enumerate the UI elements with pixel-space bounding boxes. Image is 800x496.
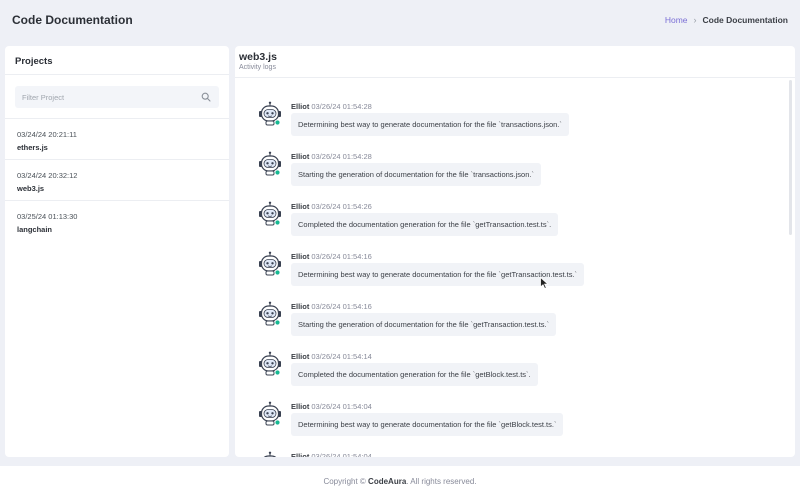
project-item-web3[interactable]: 03/24/24 20:32:12 web3.js bbox=[5, 159, 229, 200]
robot-avatar-icon bbox=[257, 251, 283, 277]
log-message: Completed the documentation generation f… bbox=[291, 363, 538, 386]
footer-brand: CodeAura bbox=[368, 477, 407, 486]
log-timestamp: 03/26/24 01:54:28 bbox=[311, 102, 372, 111]
log-message: Determining best way to generate documen… bbox=[291, 413, 564, 436]
log-meta: Elliot 03/26/24 01:54:04 bbox=[291, 452, 372, 457]
robot-avatar-icon bbox=[257, 201, 283, 227]
projects-divider bbox=[5, 74, 229, 75]
log-timestamp: 03/26/24 01:54:16 bbox=[311, 302, 372, 311]
log-author: Elliot bbox=[291, 402, 310, 411]
log-author: Elliot bbox=[291, 102, 310, 111]
robot-avatar-icon bbox=[257, 451, 283, 457]
project-name: web3.js bbox=[17, 184, 45, 193]
project-item-ethers[interactable]: 03/24/24 20:21:11 ethers.js bbox=[5, 118, 229, 159]
activity-log-item: Elliot 03/26/24 01:54:04 bbox=[235, 451, 795, 457]
log-meta: Elliot 03/26/24 01:54:14 bbox=[291, 352, 372, 361]
project-date: 03/24/24 20:32:12 bbox=[17, 171, 78, 180]
log-timestamp: 03/26/24 01:54:04 bbox=[311, 452, 372, 457]
log-meta: Elliot 03/26/24 01:54:16 bbox=[291, 252, 372, 261]
log-timestamp: 03/26/24 01:54:04 bbox=[311, 402, 372, 411]
activity-log-item: Elliot 03/26/24 01:54:28 Determining best … bbox=[235, 101, 795, 151]
activity-log-item: Elliot 03/26/24 01:54:16 Starting the gene… bbox=[235, 301, 795, 351]
project-date: 03/25/24 01:13:30 bbox=[17, 212, 78, 221]
activity-panel: web3.js Activity logs Elliot 03/26/24 01:… bbox=[235, 46, 795, 457]
projects-title: Projects bbox=[15, 56, 53, 67]
activity-log-item: Elliot 03/26/24 01:54:26 Completed the doc… bbox=[235, 201, 795, 251]
mouse-cursor-icon bbox=[540, 277, 549, 289]
breadcrumb-chevron-icon: › bbox=[693, 15, 697, 25]
log-meta: Elliot 03/26/24 01:54:28 bbox=[291, 152, 372, 161]
filter-project-input[interactable] bbox=[15, 86, 219, 108]
log-message: Starting the generation of documentation… bbox=[291, 163, 541, 186]
activity-project-title: web3.js bbox=[239, 51, 277, 63]
log-author: Elliot bbox=[291, 352, 310, 361]
log-meta: Elliot 03/26/24 01:54:26 bbox=[291, 202, 372, 211]
breadcrumb: Home › Code Documentation bbox=[665, 15, 788, 25]
robot-avatar-icon bbox=[257, 151, 283, 177]
footer: Copyright © CodeAura. All rights reserve… bbox=[0, 466, 800, 496]
breadcrumb-current: Code Documentation bbox=[702, 15, 788, 25]
robot-avatar-icon bbox=[257, 301, 283, 327]
log-author: Elliot bbox=[291, 302, 310, 311]
log-meta: Elliot 03/26/24 01:54:28 bbox=[291, 102, 372, 111]
breadcrumb-home-link[interactable]: Home bbox=[665, 15, 688, 25]
footer-rights: . All rights reserved. bbox=[406, 477, 477, 486]
log-author: Elliot bbox=[291, 252, 310, 261]
project-name: langchain bbox=[17, 225, 53, 234]
filter-project-box bbox=[15, 86, 219, 108]
project-name: ethers.js bbox=[17, 143, 48, 152]
activity-divider bbox=[235, 77, 795, 78]
robot-avatar-icon bbox=[257, 351, 283, 377]
log-message: Determining best way to generate documen… bbox=[291, 113, 569, 136]
project-item-langchain[interactable]: 03/25/24 01:13:30 langchain bbox=[5, 200, 229, 241]
activity-log-item: Elliot 03/26/24 01:54:04 Determining best … bbox=[235, 401, 795, 451]
projects-panel: Projects 03/24/24 20:21:11 ethers.js 03/… bbox=[5, 46, 229, 457]
log-author: Elliot bbox=[291, 452, 310, 457]
project-date: 03/24/24 20:21:11 bbox=[17, 130, 77, 139]
log-message: Starting the generation of documentation… bbox=[291, 313, 557, 336]
log-timestamp: 03/26/24 01:54:26 bbox=[311, 202, 372, 211]
log-timestamp: 03/26/24 01:54:28 bbox=[311, 152, 372, 161]
activity-subtitle: Activity logs bbox=[239, 64, 276, 71]
log-meta: Elliot 03/26/24 01:54:04 bbox=[291, 402, 372, 411]
search-icon[interactable] bbox=[201, 92, 211, 102]
activity-log-item: Elliot 03/26/24 01:54:16 Determining best … bbox=[235, 251, 795, 301]
log-author: Elliot bbox=[291, 202, 310, 211]
log-message: Completed the documentation generation f… bbox=[291, 213, 559, 236]
footer-copyright: Copyright © bbox=[323, 477, 366, 486]
log-author: Elliot bbox=[291, 152, 310, 161]
activity-log-item: Elliot 03/26/24 01:54:14 Completed the doc… bbox=[235, 351, 795, 401]
log-timestamp: 03/26/24 01:54:16 bbox=[311, 252, 372, 261]
robot-avatar-icon bbox=[257, 401, 283, 427]
page-title: Code Documentation bbox=[12, 13, 133, 27]
robot-avatar-icon bbox=[257, 101, 283, 127]
log-timestamp: 03/26/24 01:54:14 bbox=[311, 352, 372, 361]
activity-log-item: Elliot 03/26/24 01:54:28 Starting the gene… bbox=[235, 151, 795, 201]
top-bar: Code Documentation Home › Code Documenta… bbox=[0, 0, 800, 40]
project-list: 03/24/24 20:21:11 ethers.js 03/24/24 20:… bbox=[5, 118, 229, 241]
log-meta: Elliot 03/26/24 01:54:16 bbox=[291, 302, 372, 311]
